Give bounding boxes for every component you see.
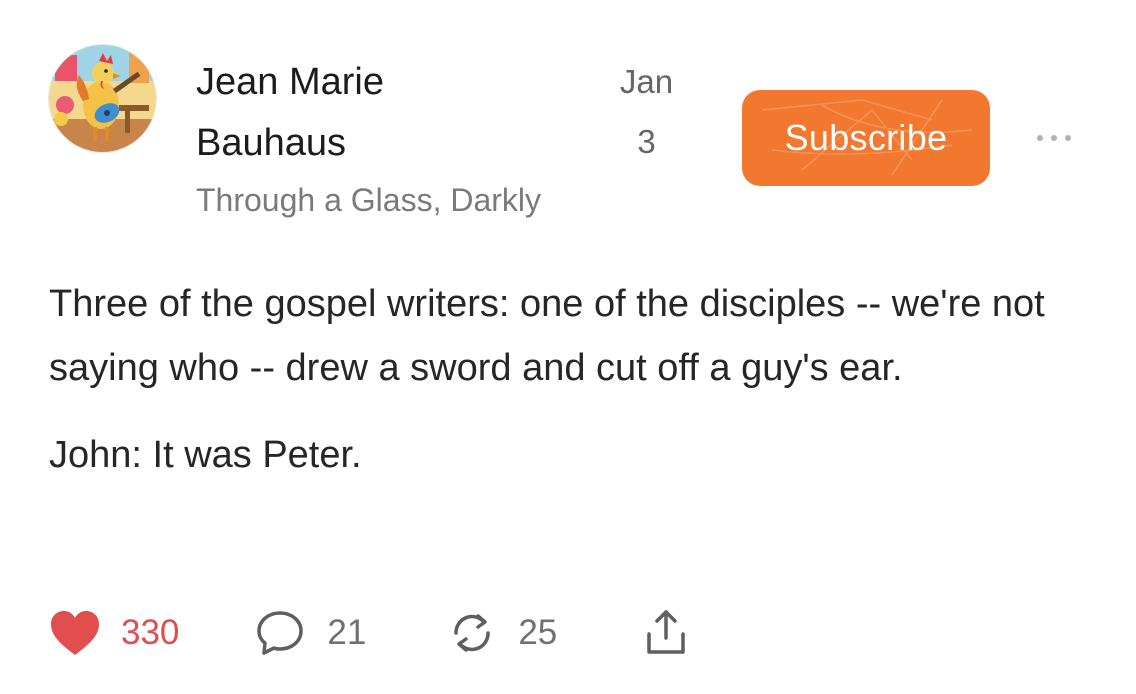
share-icon	[647, 610, 686, 654]
restack-button[interactable]: 25	[448, 609, 557, 657]
author-name[interactable]: Jean Marie Bauhaus	[196, 52, 496, 174]
restack-icon	[454, 614, 491, 652]
post-actions: 330 21 25	[49, 606, 689, 660]
rooster-guitar-icon	[49, 45, 156, 152]
publication-name[interactable]: Through a Glass, Darkly	[196, 178, 541, 222]
post-paragraph: John: It was Peter.	[49, 434, 362, 476]
comment-button[interactable]: 21	[255, 609, 366, 657]
share-button[interactable]	[643, 608, 689, 658]
author-avatar[interactable]	[49, 45, 156, 152]
post-date-month: Jan	[619, 63, 674, 100]
post-body: Three of the gospel writers: one of the …	[49, 272, 1089, 487]
subscribe-label: Subscribe	[784, 117, 948, 158]
like-button[interactable]: 330	[49, 609, 179, 657]
heart-icon	[51, 611, 99, 655]
comment-bubble-icon	[257, 611, 304, 655]
comment-count: 21	[327, 613, 367, 652]
post-date: Jan 3	[600, 52, 693, 172]
subscribe-button[interactable]: Subscribe	[742, 90, 990, 186]
like-count: 330	[121, 613, 180, 652]
post-paragraph: Three of the gospel writers: one of the …	[49, 283, 1045, 389]
post-date-day: 3	[637, 123, 656, 160]
restack-count: 25	[518, 613, 558, 652]
more-options-icon[interactable]	[1031, 123, 1077, 153]
